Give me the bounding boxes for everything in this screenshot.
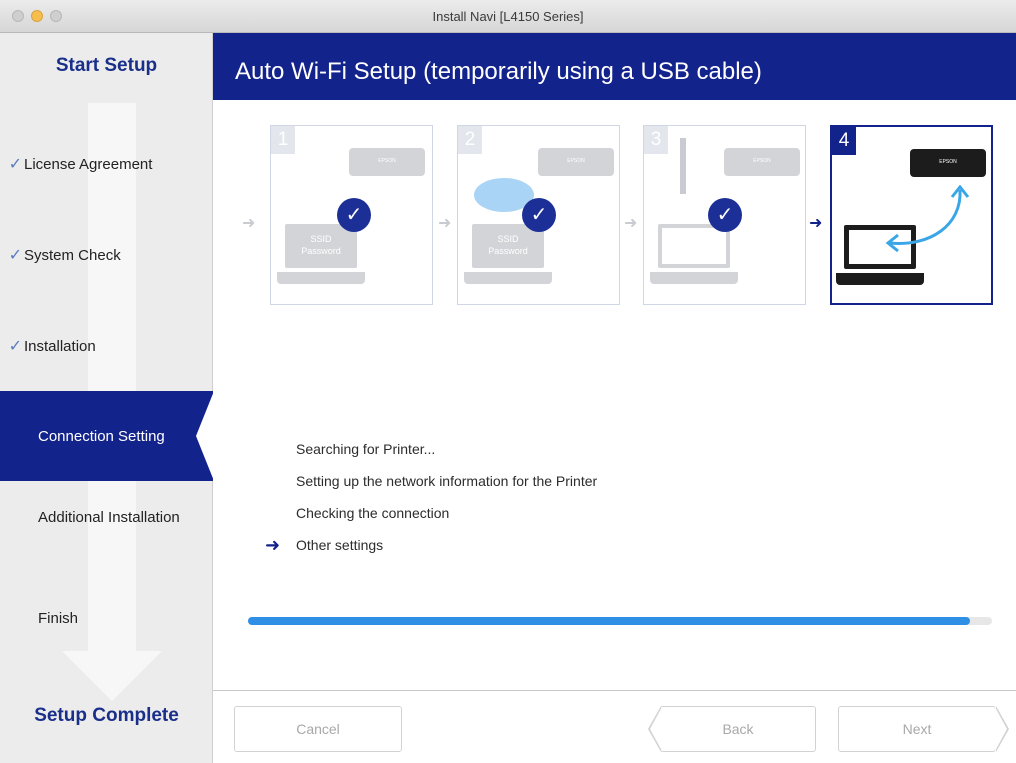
sidebar-item-system-check: ✓ System Check (0, 240, 213, 270)
back-button-tip-inner (650, 707, 662, 751)
step-number: 4 (832, 127, 856, 155)
back-button[interactable]: Back (660, 706, 816, 752)
laptop-icon: SSID Password (285, 224, 357, 268)
active-step-notch (196, 391, 214, 481)
sidebar-item-additional-installation: Additional Installation (0, 502, 213, 532)
progress-arrow-head (62, 651, 162, 701)
next-button-tip-inner (995, 707, 1007, 751)
footer-divider (213, 690, 1016, 691)
page-title: Auto Wi-Fi Setup (temporarily using a US… (213, 33, 1016, 100)
step-panel-2: 2 EPSON SSID Password ✓ (457, 125, 620, 305)
laptop-base (836, 273, 924, 285)
check-circle-icon: ✓ (708, 198, 742, 232)
laptop-base (277, 272, 365, 284)
printer-icon: EPSON (724, 148, 800, 176)
check-circle-icon: ✓ (337, 198, 371, 232)
sidebar: Start Setup ✓ License Agreement ✓ System… (0, 33, 214, 763)
step-panel-3: 3 EPSON ✓ (643, 125, 806, 305)
status-item: Searching for Printer... (296, 441, 436, 457)
checkmark-icon: ✓ (8, 156, 22, 173)
printer-icon: EPSON (538, 148, 614, 176)
step-number: 2 (458, 126, 482, 154)
sidebar-item-label: License Agreement (24, 155, 153, 173)
progress-bar-fill (248, 617, 970, 625)
check-circle-icon: ✓ (522, 198, 556, 232)
sidebar-item-label: Additional Installation (38, 508, 180, 526)
sidebar-item-license-agreement: ✓ License Agreement (0, 149, 213, 179)
window-title: Install Navi [L4150 Series] (432, 9, 584, 24)
start-setup-label: Start Setup (55, 55, 158, 76)
arrow-right-icon: ➜ (242, 215, 256, 232)
window-titlebar: Install Navi [L4150 Series] (0, 0, 1016, 33)
laptop-base (650, 272, 738, 284)
sidebar-item-label: Finish (38, 609, 79, 627)
sidebar-item-installation: ✓ Installation (0, 331, 213, 361)
step-panel-1: 1 EPSON SSID Password ✓ (270, 125, 433, 305)
setup-steps-diagram: ➜ 1 EPSON SSID Password ✓ ➜ 2 EPSON SSID… (242, 125, 1002, 307)
step-number: 3 (644, 126, 668, 154)
checkmark-icon: ✓ (8, 338, 22, 355)
cancel-button[interactable]: Cancel (234, 706, 402, 752)
printer-icon: EPSON (910, 149, 986, 177)
sidebar-item-label: System Check (24, 246, 121, 264)
sidebar-item-finish: Finish (0, 603, 213, 633)
step-panel-4: 4 EPSON (830, 125, 993, 305)
next-button[interactable]: Next (838, 706, 996, 752)
arrow-right-icon: ➜ (624, 215, 638, 232)
status-item: Checking the connection (296, 505, 450, 521)
checkmark-icon: ✓ (8, 247, 22, 264)
usb-connection-arrow-icon (885, 185, 970, 253)
laptop-base (464, 272, 552, 284)
printer-icon: EPSON (349, 148, 425, 176)
step-number: 1 (271, 126, 295, 154)
sidebar-item-label: Installation (24, 337, 96, 355)
arrow-right-icon: ➜ (809, 215, 823, 232)
arrow-right-icon: ➜ (438, 215, 452, 232)
sidebar-item-label: Connection Setting (38, 427, 165, 445)
status-item-current: Other settings (296, 537, 384, 553)
sidebar-item-connection-setting: Connection Setting (0, 391, 214, 481)
progress-arrow-graphic (88, 103, 136, 653)
setup-complete-label: Setup Complete (34, 705, 179, 726)
status-item: Setting up the network information for t… (296, 473, 598, 489)
progress-bar (248, 617, 992, 625)
current-step-arrow-icon: ➜ (265, 535, 281, 555)
router-icon (680, 138, 686, 194)
